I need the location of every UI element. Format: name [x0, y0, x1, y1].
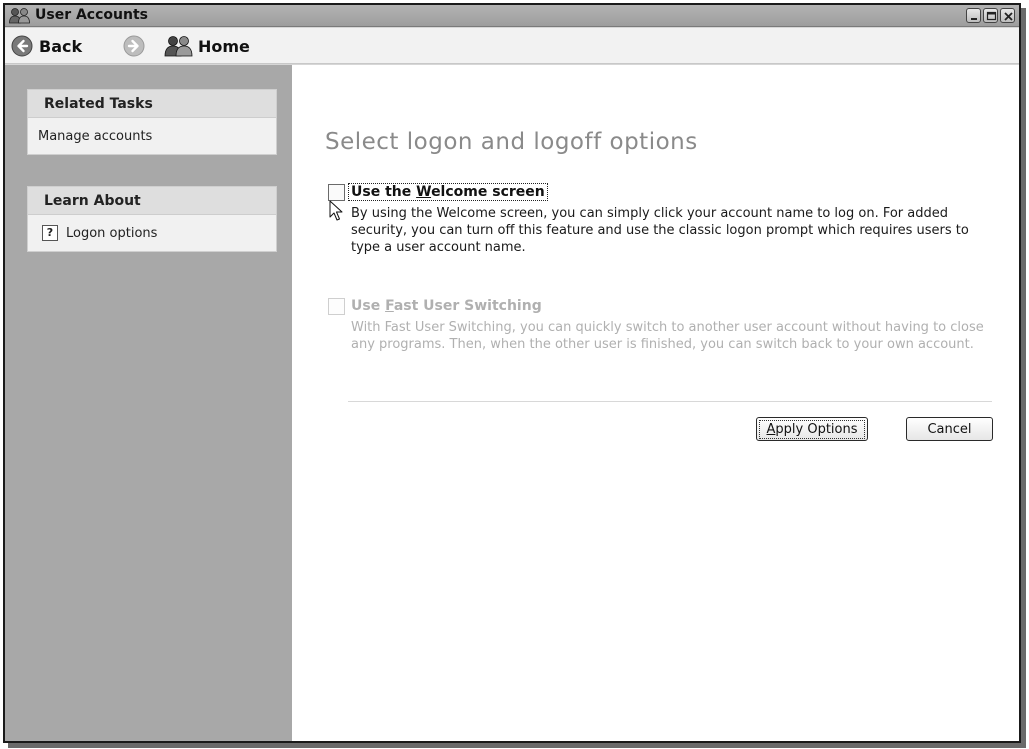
- accelerator-key: F: [385, 298, 394, 314]
- forward-button[interactable]: [123, 33, 145, 59]
- sidebar-item-manage-accounts[interactable]: Manage accounts: [28, 118, 276, 154]
- related-tasks-panel: Related Tasks Manage accounts: [27, 89, 277, 155]
- label-text: elcome screen: [431, 184, 545, 200]
- title-bar[interactable]: User Accounts: [5, 5, 1019, 27]
- sidebar: Related Tasks Manage accounts Learn Abou…: [5, 65, 292, 741]
- manage-accounts-label: Manage accounts: [38, 128, 153, 144]
- mouse-pointer-icon: [329, 200, 343, 221]
- welcome-screen-checkbox[interactable]: [328, 184, 345, 201]
- label-text: Use: [351, 298, 386, 314]
- minimize-icon[interactable]: [966, 8, 981, 23]
- page-title: Select logon and logoff options: [325, 129, 698, 155]
- main-content: Select logon and logoff options Use the …: [292, 65, 1019, 741]
- fast-user-switching-label[interactable]: Use Fast User Switching: [351, 298, 542, 314]
- sidebar-item-logon-options[interactable]: ? Logon options: [28, 215, 276, 251]
- home-label: Home: [198, 36, 250, 56]
- logon-options-label: Logon options: [66, 225, 158, 241]
- related-tasks-title: Related Tasks: [28, 90, 276, 118]
- cancel-label: Cancel: [927, 421, 972, 437]
- back-arrow-icon: [11, 35, 33, 57]
- back-label: Back: [39, 36, 83, 56]
- help-icon: ?: [42, 225, 58, 241]
- close-icon[interactable]: [1000, 8, 1015, 23]
- label-text: pply Options: [775, 421, 858, 437]
- window-title: User Accounts: [35, 7, 148, 23]
- welcome-screen-label[interactable]: Use the Welcome screen: [348, 183, 548, 201]
- maximize-icon[interactable]: [983, 8, 998, 23]
- users-icon: [9, 8, 30, 24]
- label-text: Use the: [351, 184, 417, 200]
- home-button[interactable]: Home: [164, 33, 250, 59]
- home-users-icon: [164, 36, 193, 57]
- learn-about-title: Learn About: [28, 187, 276, 215]
- toolbar: Back Home: [5, 28, 1019, 64]
- label-text: ast User Switching: [393, 298, 542, 314]
- back-button[interactable]: Back: [11, 33, 82, 59]
- apply-options-button[interactable]: Apply Options: [756, 417, 868, 441]
- divider: [348, 401, 992, 402]
- learn-about-panel: Learn About ? Logon options: [27, 186, 277, 252]
- accelerator-key: W: [416, 184, 432, 200]
- fast-user-switching-checkbox[interactable]: [328, 298, 345, 315]
- apply-options-label: Apply Options: [759, 419, 865, 439]
- fast-user-switching-description: With Fast User Switching, you can quickl…: [351, 320, 984, 352]
- welcome-screen-description: By using the Welcome screen, you can sim…: [351, 206, 969, 255]
- window-controls: [966, 8, 1015, 23]
- cancel-button[interactable]: Cancel: [906, 417, 993, 441]
- user-accounts-window: User Accounts Back Home Related Tasks Ma…: [3, 3, 1021, 743]
- forward-arrow-icon: [123, 35, 145, 57]
